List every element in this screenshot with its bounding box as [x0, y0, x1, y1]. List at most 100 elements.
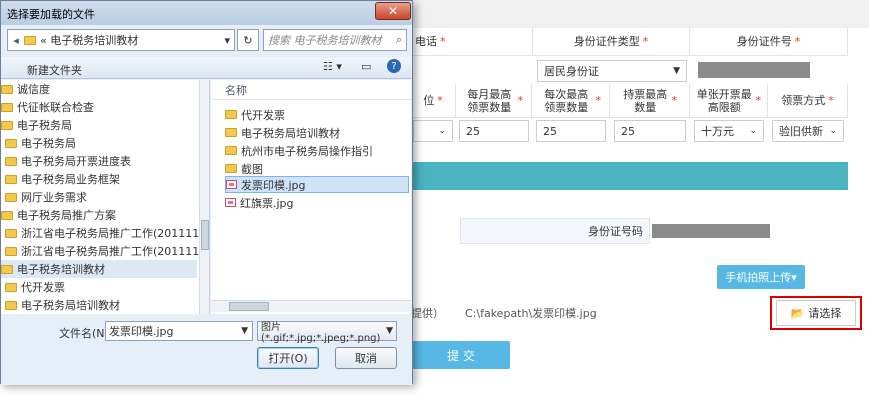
- provide-label: 提供）: [411, 307, 444, 320]
- nav-label: 电子税务局业务框架: [21, 173, 120, 186]
- pickup-method-select[interactable]: 验旧供新 ⌄: [772, 120, 844, 142]
- chevron-down-icon[interactable]: ▾: [224, 34, 230, 47]
- required-mark: *: [755, 94, 762, 107]
- nav-item[interactable]: 浙江省电子税务局推广工作(20111121): [1, 242, 209, 260]
- file-item-selected[interactable]: 发票印模.jpg: [225, 176, 409, 193]
- nav-label: 网厅业务需求: [21, 191, 87, 204]
- address-bar[interactable]: ◂ « 电子税务培训教材 ▾: [7, 29, 235, 51]
- cancel-button[interactable]: 取消: [335, 347, 397, 369]
- column-header-name[interactable]: 名称: [211, 80, 411, 100]
- id-type-select[interactable]: 居民身份证 ▼: [537, 60, 687, 82]
- folder-icon: [1, 210, 13, 220]
- pickup-method-header: 领票方式 *: [768, 84, 848, 118]
- nav-item[interactable]: 代征帐联合检查: [1, 98, 197, 116]
- nav-label: 电子税务局培训教材: [21, 299, 120, 312]
- submit-button[interactable]: 提 交: [412, 341, 510, 369]
- file-name: 杭州市电子税务局操作指引: [241, 144, 373, 158]
- id-type-label: 身份证件类型: [573, 35, 640, 48]
- nav-item[interactable]: 电子税务局开票进度表: [1, 152, 197, 170]
- cancel-label: 取消: [355, 352, 377, 365]
- hold-max-input[interactable]: 25: [614, 120, 686, 142]
- chevron-down-icon: ⌄: [438, 126, 446, 136]
- file-name: 截图: [241, 162, 263, 176]
- scroll-thumb[interactable]: [201, 220, 209, 250]
- nav-label: 代开发票: [21, 281, 65, 294]
- folder-icon: [5, 138, 17, 148]
- scroll-thumb[interactable]: [229, 302, 269, 311]
- filename-input[interactable]: 发票印模.jpg ▼: [105, 321, 253, 341]
- nav-item[interactable]: 电子税务局培训教材: [1, 296, 197, 314]
- nav-item[interactable]: 电子税务局业务框架: [1, 170, 197, 188]
- new-folder-button[interactable]: 新建文件夹: [27, 62, 82, 78]
- folder-icon: [5, 192, 17, 202]
- nav-label: 电子税务培训教材: [17, 263, 105, 276]
- file-hscrollbar[interactable]: [211, 300, 411, 312]
- dialog-toolbar: 新建文件夹 ☷ ▾ ▭ ?: [1, 57, 412, 79]
- id-number-header: 身份证件号 *: [690, 28, 848, 56]
- required-mark: *: [794, 35, 801, 48]
- chevron-down-icon: ▼: [386, 326, 393, 336]
- open-label: 打开(O): [268, 352, 308, 365]
- folder-icon: [1, 120, 13, 130]
- open-button[interactable]: 打开(O): [257, 347, 319, 369]
- preview-pane-icon[interactable]: ▭: [361, 60, 371, 73]
- each-max-label: 每次最高领票数量: [544, 87, 589, 114]
- mobile-upload-button[interactable]: 手机拍照上传▾: [717, 265, 805, 289]
- chevron-down-icon[interactable]: ▼: [241, 326, 248, 336]
- nav-item[interactable]: 网厅业务需求: [1, 188, 197, 206]
- phone-label: 电话: [415, 35, 437, 48]
- nav-item[interactable]: 浙江省电子税务局推广工作(20111113): [1, 224, 209, 242]
- help-icon[interactable]: ?: [387, 59, 401, 73]
- file-item-folder[interactable]: 截图: [225, 160, 409, 177]
- folder-icon: [5, 282, 17, 292]
- file-name: 电子税务局培训教材: [241, 126, 340, 140]
- mobile-upload-label: 手机拍照上传▾: [725, 271, 797, 284]
- required-mark: *: [828, 94, 834, 107]
- file-path-text: C:\fakepath\发票印模.jpg: [465, 307, 597, 320]
- file-open-dialog: 选择要加载的文件 ✕ ◂ « 电子税务培训教材 ▾ ↻ 搜索 电子税务培训教材 …: [0, 0, 413, 385]
- file-item-folder[interactable]: 电子税务局培训教材: [225, 124, 409, 141]
- folder-icon: [5, 174, 17, 184]
- refresh-icon[interactable]: ↻: [237, 29, 259, 51]
- filetype-select[interactable]: 图片 (*.gif;*.jpg;*.jpeg;*.png) ▼: [257, 321, 397, 344]
- required-mark: *: [437, 94, 443, 107]
- dialog-title: 选择要加载的文件: [7, 8, 95, 21]
- address-text: « 电子税务培训教材: [40, 34, 139, 47]
- highlight-box: [770, 296, 862, 330]
- close-icon[interactable]: ✕: [375, 2, 411, 20]
- nav-item[interactable]: 诚信度: [1, 80, 197, 98]
- search-placeholder: 搜索 电子税务培训教材: [268, 34, 382, 47]
- dialog-titlebar: 选择要加载的文件 ✕: [1, 1, 412, 25]
- nav-item[interactable]: 代开发票: [1, 278, 197, 296]
- single-limit-select[interactable]: 十万元 ⌄: [694, 120, 764, 142]
- file-item-folder[interactable]: 杭州市电子税务局操作指引: [225, 142, 409, 159]
- each-max-input[interactable]: 25: [536, 120, 606, 142]
- folder-icon: [1, 84, 13, 94]
- back-icon[interactable]: ◂: [8, 34, 24, 47]
- unit-select[interactable]: ⌄: [413, 120, 453, 142]
- nav-scrollbar[interactable]: [199, 80, 209, 314]
- file-name: 发票印模.jpg: [241, 178, 306, 192]
- view-options-icon[interactable]: ☷ ▾: [323, 60, 342, 73]
- nav-item[interactable]: 电子税务局: [1, 134, 197, 152]
- search-input[interactable]: 搜索 电子税务培训教材 ⌕: [263, 29, 407, 51]
- file-list-pane: 名称 代开发票 电子税务局培训教材 杭州市电子税务局操作指引 截图 发票印模.j…: [211, 80, 411, 314]
- monthly-max-input[interactable]: 25: [459, 120, 529, 142]
- unit-header: 位 *: [411, 84, 456, 118]
- submit-label: 提 交: [447, 348, 475, 363]
- pickup-method-label: 领票方式: [781, 94, 826, 107]
- folder-icon: [5, 156, 17, 166]
- nav-item[interactable]: 电子税务局推广方案: [1, 206, 197, 224]
- folder-icon: [225, 110, 237, 119]
- file-item-image[interactable]: 红旗票.jpg: [225, 194, 409, 211]
- file-item-folder[interactable]: 代开发票: [225, 106, 409, 123]
- folder-icon: [5, 246, 17, 256]
- nav-item-selected[interactable]: 电子税务培训教材: [1, 260, 197, 278]
- hold-max-header: 持票最高数量 *: [610, 84, 690, 118]
- filetype-value: 图片 (*.gif;*.jpg;*.jpeg;*.png): [261, 322, 381, 344]
- nav-label: 诚信度: [17, 83, 50, 96]
- required-mark: *: [595, 94, 602, 107]
- id-code-label-cell: 身份证号码: [460, 218, 650, 244]
- nav-item[interactable]: 电子税务局: [1, 116, 197, 134]
- nav-label: 电子税务局开票进度表: [21, 155, 131, 168]
